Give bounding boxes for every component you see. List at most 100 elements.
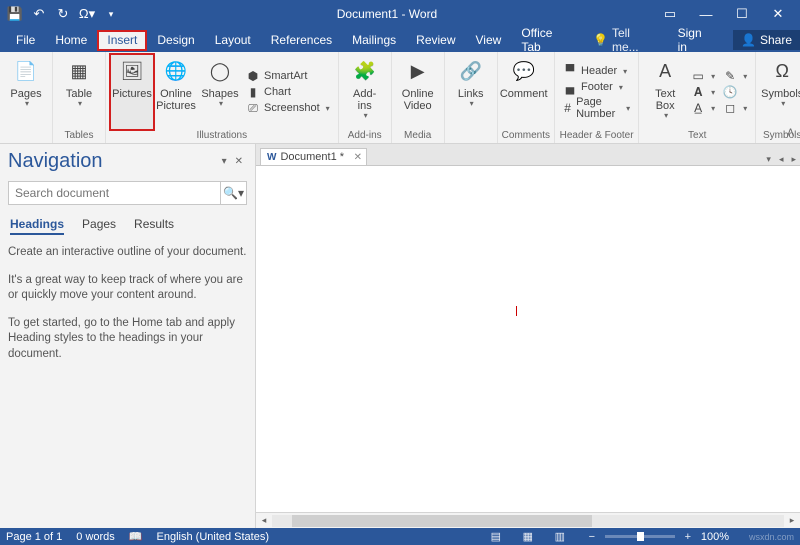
header-button[interactable]: ▀Header <box>563 64 630 78</box>
tab-file[interactable]: File <box>6 30 45 51</box>
document-tab[interactable]: W Document1 * ✕ <box>260 148 367 165</box>
zoom-out-icon[interactable]: − <box>583 531 601 543</box>
navigation-pane: Navigation ▾ ✕ 🔍▾ Headings Pages Results… <box>0 144 256 528</box>
save-icon[interactable]: 💾 <box>4 3 26 25</box>
shapes-button[interactable]: ◯Shapes <box>198 54 242 130</box>
group-symbols: Symbols <box>760 130 800 143</box>
read-mode-icon[interactable]: ▤ <box>487 530 505 543</box>
object-icon: ◻ <box>723 101 737 115</box>
zoom-slider[interactable] <box>605 535 675 538</box>
group-illustrations: Illustrations <box>110 130 334 143</box>
tab-scroll-left-icon[interactable]: ◂ <box>775 154 788 165</box>
text-cursor <box>516 306 517 316</box>
object-button[interactable]: ◻ <box>723 101 747 115</box>
redo-icon[interactable]: ↻ <box>52 3 74 25</box>
word-doc-icon: W <box>267 152 276 163</box>
nav-menu-icon[interactable]: ▾ <box>218 156 231 167</box>
navigation-hint: Create an interactive outline of your do… <box>8 245 247 374</box>
share-button[interactable]: 👤Share <box>733 30 800 50</box>
nav-tab-headings[interactable]: Headings <box>10 217 64 235</box>
group-comments: Comments <box>502 130 550 143</box>
web-layout-icon[interactable]: ▥ <box>551 530 569 543</box>
tab-layout[interactable]: Layout <box>205 30 261 51</box>
menu-bar: File Home Insert Design Layout Reference… <box>0 28 800 52</box>
signature-button[interactable]: ✎ <box>723 69 747 83</box>
tab-references[interactable]: References <box>261 30 342 51</box>
tab-scroll-right-icon[interactable]: ▸ <box>787 154 800 165</box>
nav-tab-results[interactable]: Results <box>134 217 174 235</box>
chart-button[interactable]: ▮Chart <box>246 85 330 99</box>
smartart-button[interactable]: ⬢SmartArt <box>246 69 330 83</box>
footer-icon: ▄ <box>563 80 577 94</box>
search-input[interactable] <box>9 182 220 204</box>
navigation-title: Navigation <box>8 150 103 173</box>
maximize-icon[interactable]: ☐ <box>724 3 760 25</box>
scroll-right-icon[interactable]: ▸ <box>784 515 800 526</box>
status-language[interactable]: English (United States) <box>157 531 270 543</box>
zoom-level[interactable]: 100% <box>701 531 729 543</box>
status-page[interactable]: Page 1 of 1 <box>6 531 62 543</box>
drop-cap-button[interactable]: A̲ <box>691 101 715 115</box>
table-button[interactable]: ▦Table <box>57 54 101 130</box>
comment-icon: 💬 <box>510 56 538 88</box>
search-icon: 🔍 <box>223 186 238 200</box>
datetime-icon: 🕓 <box>723 85 737 99</box>
tab-design[interactable]: Design <box>147 30 204 51</box>
symbol-omega-icon[interactable]: Ω▾ <box>76 3 98 25</box>
document-page[interactable] <box>256 166 800 512</box>
horizontal-scrollbar[interactable]: ◂ ▸ <box>256 512 800 528</box>
online-pictures-button[interactable]: 🌐Online Pictures <box>154 54 198 130</box>
addins-button[interactable]: 🧩Add- ins <box>343 54 387 130</box>
print-layout-icon[interactable]: ▦ <box>519 530 537 543</box>
screenshot-button[interactable]: ⎚Screenshot <box>246 101 330 115</box>
wordart-button[interactable]: 𝐀 <box>691 85 715 99</box>
tab-dropdown-icon[interactable]: ▾ <box>762 154 775 165</box>
comment-button[interactable]: 💬Comment <box>502 54 546 130</box>
parts-icon: ▭ <box>691 69 705 83</box>
online-video-button[interactable]: ▶Online Video <box>396 54 440 130</box>
tab-insert[interactable]: Insert <box>97 30 147 51</box>
search-box[interactable]: 🔍▾ <box>8 181 247 205</box>
status-words[interactable]: 0 words <box>76 531 115 543</box>
collapse-ribbon-icon[interactable]: ᐱ <box>787 128 794 139</box>
nav-tab-pages[interactable]: Pages <box>82 217 116 235</box>
scroll-left-icon[interactable]: ◂ <box>256 515 272 526</box>
omega-icon: Ω <box>768 56 796 88</box>
nav-close-icon[interactable]: ✕ <box>231 156 247 167</box>
date-time-button[interactable]: 🕓 <box>723 85 747 99</box>
ribbon: 📄Pages ▦Table Tables 🖼Pictures 🌐Online P… <box>0 52 800 144</box>
group-media: Media <box>396 130 440 143</box>
undo-icon[interactable]: ↶ <box>28 3 50 25</box>
zoom-in-icon[interactable]: + <box>679 531 697 543</box>
video-icon: ▶ <box>404 56 432 88</box>
signature-icon: ✎ <box>723 69 737 83</box>
footer-button[interactable]: ▄Footer <box>563 80 630 94</box>
watermark: wsxdn.com <box>749 532 794 542</box>
dropcap-icon: A̲ <box>691 101 705 115</box>
pictures-button[interactable]: 🖼Pictures <box>110 54 154 130</box>
tab-view[interactable]: View <box>466 30 512 51</box>
wordart-icon: 𝐀 <box>691 85 705 99</box>
status-proofing-icon[interactable]: 📖 <box>129 530 143 543</box>
chart-icon: ▮ <box>246 85 260 99</box>
group-text: Text <box>643 130 751 143</box>
page-icon: 📄 <box>12 56 40 88</box>
links-button[interactable]: 🔗Links <box>449 54 493 130</box>
picture-icon: 🖼 <box>118 56 146 88</box>
page-number-button[interactable]: #Page Number <box>563 96 630 120</box>
tab-close-icon[interactable]: ✕ <box>354 152 362 163</box>
tab-mailings[interactable]: Mailings <box>342 30 406 51</box>
pages-button[interactable]: 📄Pages <box>4 54 48 130</box>
scroll-thumb[interactable] <box>292 515 592 527</box>
tab-home[interactable]: Home <box>45 30 97 51</box>
search-button[interactable]: 🔍▾ <box>220 182 246 204</box>
quick-parts-button[interactable]: ▭ <box>691 69 715 83</box>
close-icon[interactable]: ✕ <box>760 3 796 25</box>
symbols-button[interactable]: ΩSymbols <box>760 54 800 130</box>
window-title: Document1 - Word <box>122 7 652 21</box>
tab-review[interactable]: Review <box>406 30 465 51</box>
online-picture-icon: 🌐 <box>162 56 190 88</box>
smartart-icon: ⬢ <box>246 69 260 83</box>
qat-customize-icon[interactable]: ▾ <box>100 3 122 25</box>
text-box-button[interactable]: AText Box <box>643 54 687 130</box>
